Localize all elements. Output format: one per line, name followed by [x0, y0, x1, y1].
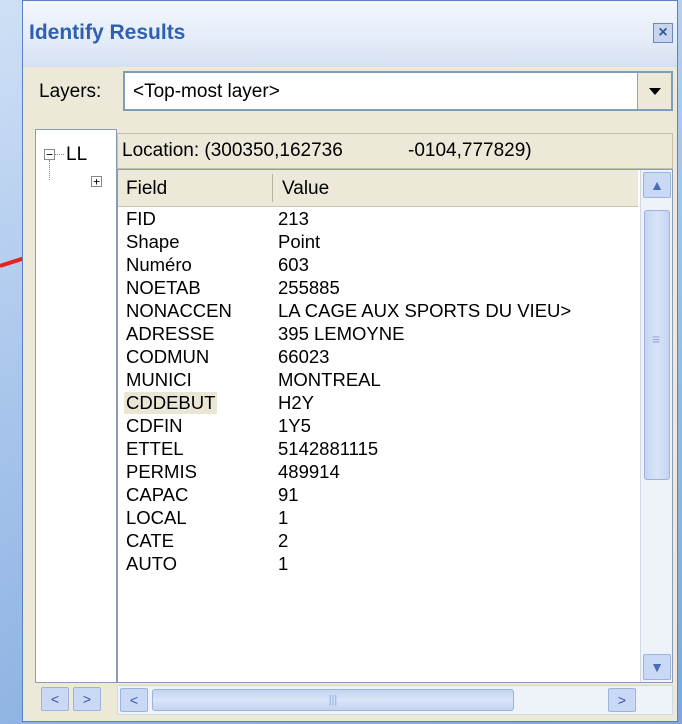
- table-horizontal-scrollbar[interactable]: < ||| >: [117, 685, 673, 715]
- tree-root-label[interactable]: LL: [66, 144, 87, 166]
- features-tree[interactable]: − LL +: [35, 129, 117, 683]
- table-row[interactable]: AUTO 1: [118, 553, 638, 575]
- horizontal-scroll-thumb[interactable]: |||: [152, 689, 514, 711]
- attribute-table[interactable]: Field Value FID 213 Shape Point Numéro 6…: [117, 169, 673, 683]
- value-cell: 91: [278, 484, 299, 505]
- field-cell: ETTEL: [126, 438, 184, 459]
- location-coordinates-secondary: -0104,777829): [408, 140, 532, 161]
- value-cell: Point: [278, 231, 321, 252]
- table-row[interactable]: NONACCEN LA CAGE AUX SPORTS DU VIEU>: [118, 300, 638, 322]
- column-header-field[interactable]: Field: [126, 178, 167, 200]
- value-cell: 489914: [278, 461, 340, 482]
- table-row[interactable]: CODMUN 66023: [118, 346, 638, 368]
- table-row[interactable]: CAPAC 91: [118, 484, 638, 506]
- field-cell: CAPAC: [126, 484, 189, 505]
- field-cell: NONACCEN: [126, 300, 232, 321]
- vertical-scroll-thumb[interactable]: ≡: [644, 210, 670, 480]
- value-cell: 1: [278, 507, 289, 528]
- value-cell: 1: [278, 553, 289, 574]
- vertical-scrollbar[interactable]: ▲ ≡ ▼: [640, 170, 672, 682]
- value-cell: 255885: [278, 277, 340, 298]
- field-cell: ADRESSE: [126, 323, 215, 344]
- value-cell: 2: [278, 530, 289, 551]
- tree-scroll-left-button[interactable]: <: [41, 687, 69, 711]
- layers-label: Layers:: [39, 81, 102, 102]
- value-cell: H2Y: [278, 392, 314, 413]
- field-cell: CDDEBUT: [124, 392, 218, 414]
- field-cell: AUTO: [126, 553, 178, 574]
- expand-icon[interactable]: +: [91, 176, 102, 187]
- dropdown-arrow-icon[interactable]: [637, 73, 671, 109]
- value-cell: 603: [278, 254, 309, 275]
- table-scroll-left-button[interactable]: <: [120, 688, 148, 712]
- value-cell: LA CAGE AUX SPORTS DU VIEU>: [278, 300, 572, 321]
- layers-selected-value: <Top-most layer>: [133, 81, 280, 102]
- table-row[interactable]: CATE 2: [118, 530, 638, 552]
- table-header: Field Value: [118, 170, 638, 207]
- table-row[interactable]: LOCAL 1: [118, 507, 638, 529]
- value-cell: 5142881115: [278, 438, 379, 459]
- field-cell: CDFIN: [126, 415, 183, 436]
- field-cell: MUNICI: [126, 369, 192, 390]
- field-cell: PERMIS: [126, 461, 197, 482]
- table-row-selected[interactable]: CDDEBUT H2Y: [118, 392, 638, 414]
- field-cell: NOETAB: [126, 277, 201, 298]
- scroll-down-button[interactable]: ▼: [643, 654, 671, 680]
- table-row[interactable]: NOETAB 255885: [118, 277, 638, 299]
- table-row[interactable]: MUNICI MONTREAL: [118, 369, 638, 391]
- field-cell: CODMUN: [126, 346, 210, 367]
- grip-icon: ≡: [652, 331, 661, 347]
- field-cell: CATE: [126, 530, 174, 551]
- window-title: Identify Results: [29, 21, 186, 44]
- table-row[interactable]: ETTEL 5142881115: [118, 438, 638, 460]
- table-row[interactable]: Numéro 603: [118, 254, 638, 276]
- value-cell: 1Y5: [278, 415, 311, 436]
- table-scroll-right-button[interactable]: >: [608, 688, 636, 712]
- field-cell: Numéro: [126, 254, 192, 275]
- table-row[interactable]: Shape Point: [118, 231, 638, 253]
- close-button[interactable]: ×: [653, 23, 673, 43]
- tree-connector: [49, 160, 50, 180]
- identify-results-window: Identify Results × Layers: <Top-most lay…: [22, 0, 678, 722]
- table-row[interactable]: ADRESSE 395 LEMOYNE: [118, 323, 638, 345]
- location-bar: Location: (300350,162736 -0104,777829): [117, 133, 673, 169]
- column-divider[interactable]: [272, 174, 273, 202]
- collapse-icon[interactable]: −: [44, 149, 55, 160]
- value-cell: 66023: [278, 346, 330, 367]
- column-header-value[interactable]: Value: [282, 178, 329, 200]
- tree-horizontal-scrollbar[interactable]: < >: [35, 685, 117, 715]
- field-cell: LOCAL: [126, 507, 187, 528]
- value-cell: 213: [278, 208, 309, 229]
- table-row[interactable]: PERMIS 489914: [118, 461, 638, 483]
- layers-dropdown[interactable]: <Top-most layer>: [123, 71, 673, 111]
- table-row[interactable]: CDFIN 1Y5: [118, 415, 638, 437]
- scroll-up-button[interactable]: ▲: [643, 172, 671, 198]
- location-coordinates: Location: (300350,162736: [122, 140, 343, 161]
- tree-connector: [55, 154, 64, 155]
- field-cell: Shape: [126, 231, 180, 252]
- field-cell: FID: [126, 208, 156, 229]
- table-row[interactable]: FID 213: [118, 208, 638, 230]
- value-cell: MONTREAL: [278, 369, 381, 390]
- value-cell: 395 LEMOYNE: [278, 323, 405, 344]
- tree-scroll-right-button[interactable]: >: [73, 687, 101, 711]
- title-bar[interactable]: Identify Results ×: [23, 1, 677, 67]
